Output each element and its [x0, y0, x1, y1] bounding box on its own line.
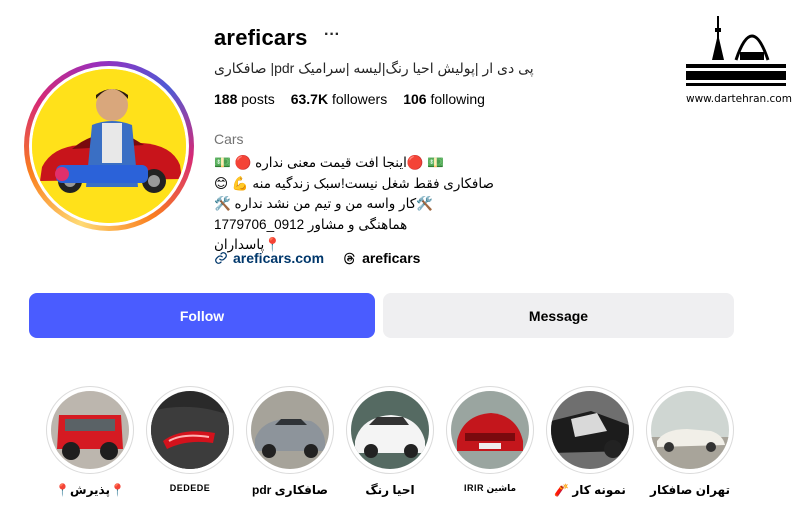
highlight-cover	[151, 391, 229, 469]
highlight-item[interactable]: نمونه کار 🧨	[545, 386, 635, 497]
message-button[interactable]: Message	[383, 293, 734, 338]
highlight-item[interactable]: DEDEDE	[145, 386, 235, 493]
watermark-url: www.dartehran.com	[686, 93, 792, 105]
followers-label: followers	[331, 91, 388, 107]
profile-full-name: صافکاری |pdr پی دی ار |پولیش احیا رنگ|لی…	[214, 60, 534, 76]
following-label: following	[430, 91, 485, 107]
highlight-label: تهران صافکار	[650, 483, 730, 497]
posts-stat[interactable]: 188 posts	[214, 91, 275, 107]
more-options-icon[interactable]: ···	[324, 26, 340, 44]
highlight-label: صافکاری pdr	[251, 483, 329, 497]
followers-stat[interactable]: 63.7K followers	[291, 91, 388, 107]
posts-label: posts	[241, 91, 275, 107]
following-stat[interactable]: 106 following	[403, 91, 485, 107]
highlight-ring	[246, 386, 334, 474]
bio-line: 🛠️کار واسه من و تیم من نشد نداره 🛠️	[214, 196, 433, 211]
highlight-label: ماشین IRIR	[463, 483, 517, 493]
highlight-cover	[51, 391, 129, 469]
highlight-cover	[451, 391, 529, 469]
bio-line: صافکاری فقط شغل نیست!سبک زندگیه منه 💪 😊	[214, 175, 494, 191]
avatar[interactable]	[32, 69, 186, 223]
highlight-item[interactable]: تهران صافکار	[645, 386, 735, 497]
avatar-illustration	[32, 69, 186, 223]
website-label: areficars.com	[233, 250, 325, 266]
profile-bio: 💵 🔴اینجا افت قیمت معنی نداره 🔴 💵 صافکاری…	[214, 153, 494, 256]
highlight-item[interactable]: صافکاری pdr	[245, 386, 335, 497]
dartehran-logo	[686, 16, 786, 86]
profile-avatar-ring[interactable]	[24, 61, 194, 231]
highlight-cover	[651, 391, 729, 469]
highlight-ring	[346, 386, 434, 474]
highlight-ring	[546, 386, 634, 474]
threads-label: areficars	[362, 250, 421, 266]
threads-icon	[344, 252, 355, 264]
highlight-ring	[446, 386, 534, 474]
highlight-cover	[251, 391, 329, 469]
profile-username: areficars	[214, 25, 308, 50]
highlight-label: نمونه کار 🧨	[554, 483, 626, 497]
highlight-item[interactable]: احیا رنگ	[345, 386, 435, 497]
highlight-label: 📍پذیرش📍	[55, 483, 125, 497]
highlight-cover	[551, 391, 629, 469]
bio-line: هماهنگی و مشاور 0912_1779706	[214, 216, 408, 232]
highlight-ring	[646, 386, 734, 474]
profile-stats: 188 posts 63.7K followers 106 following	[214, 91, 485, 107]
bio-line: 💵 🔴اینجا افت قیمت معنی نداره 🔴 💵	[214, 155, 445, 170]
follow-button[interactable]: Follow	[29, 293, 375, 338]
website-link[interactable]: areficars.com	[214, 250, 324, 266]
avatar-frame	[29, 66, 189, 226]
highlight-label: احیا رنگ	[365, 483, 415, 497]
threads-link[interactable]: areficars	[342, 250, 420, 266]
highlight-cover	[351, 391, 429, 469]
highlight-item[interactable]: ماشین IRIR	[445, 386, 535, 494]
following-count: 106	[403, 91, 427, 107]
profile-category: Cars	[214, 131, 244, 147]
posts-count: 188	[214, 91, 238, 107]
link-icon	[215, 252, 227, 264]
highlight-ring	[146, 386, 234, 474]
highlight-ring	[46, 386, 134, 474]
profile-links: areficars.com areficars	[214, 250, 420, 266]
highlight-item[interactable]: 📍پذیرش📍	[45, 386, 135, 497]
followers-count: 63.7K	[290, 91, 329, 107]
highlight-label: DEDEDE	[169, 483, 211, 493]
